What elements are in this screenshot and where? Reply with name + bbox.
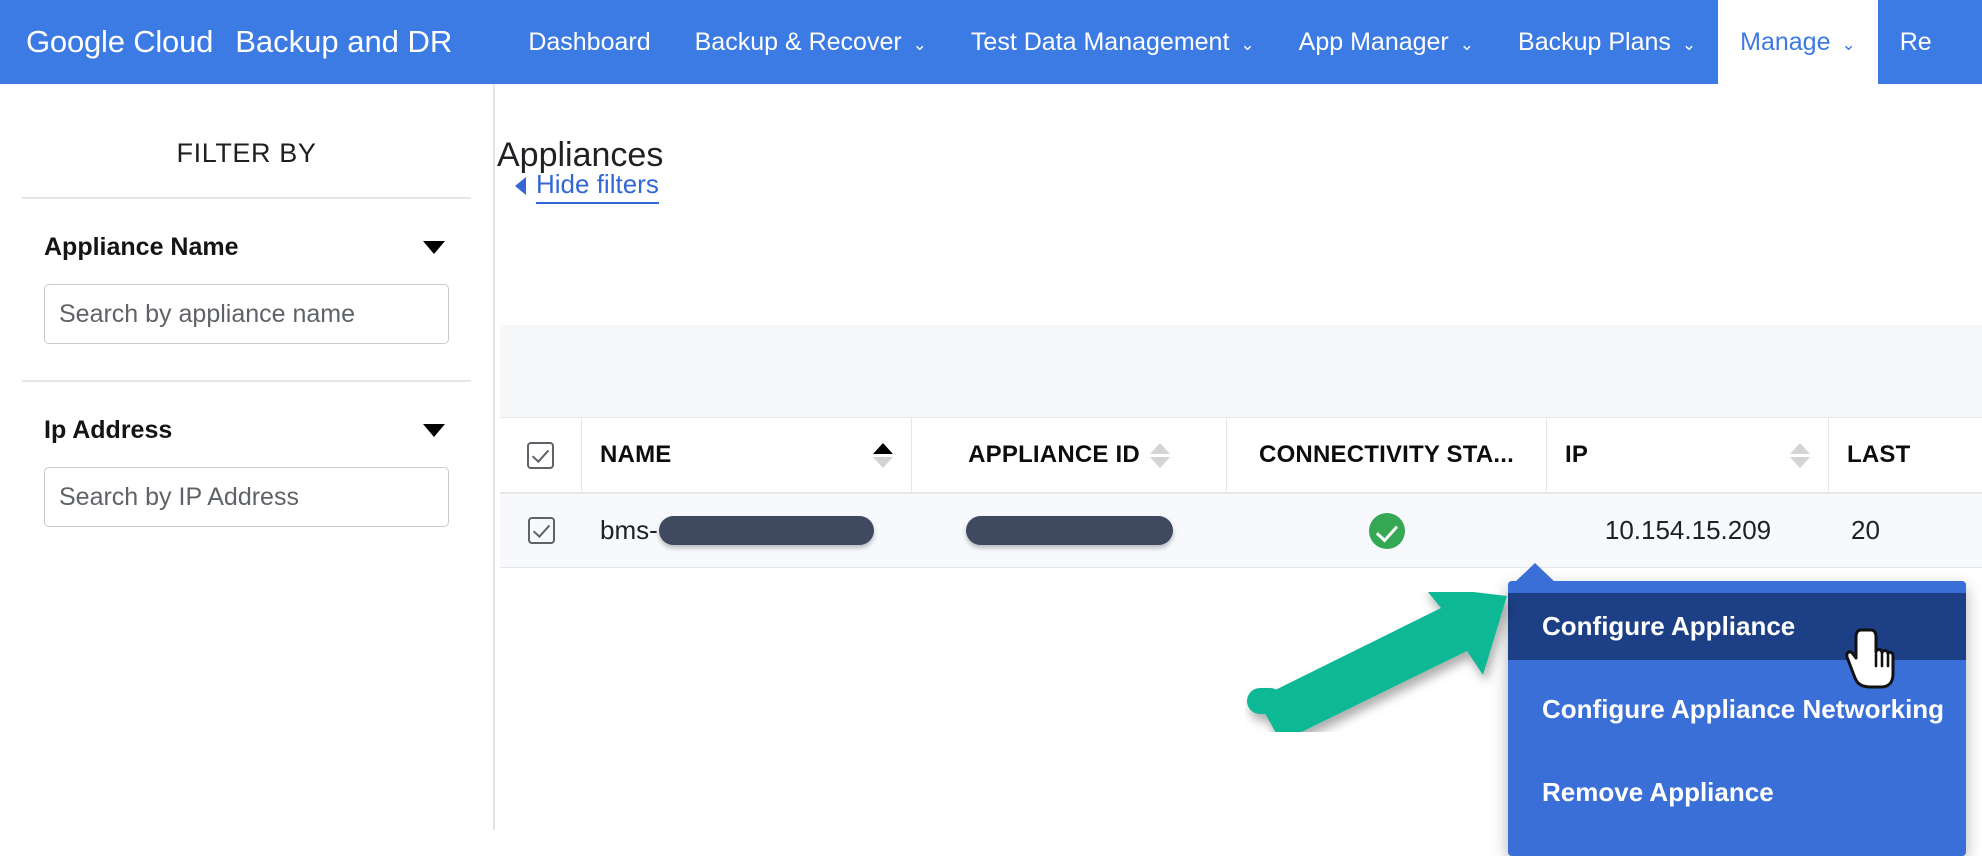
cell-ip: 10.154.15.209 <box>1547 494 1829 567</box>
nav-item-backup-recover[interactable]: Backup & Recover ⌄ <box>673 0 949 84</box>
top-navigation-bar: Google Cloud Backup and DR Dashboard Bac… <box>0 0 1982 84</box>
menu-item-configure-appliance[interactable]: Configure Appliance <box>1508 593 1966 660</box>
nav-item-label: Re <box>1900 28 1932 57</box>
column-header-label: CONNECTIVITY STA... <box>1259 441 1514 469</box>
cell-last: 20 <box>1829 494 1982 567</box>
column-header-ip[interactable]: IP <box>1547 418 1829 492</box>
check-circle-icon <box>1369 513 1405 549</box>
redaction-bar-name <box>659 516 874 545</box>
table-row[interactable]: bms- 10.154.15.209 20 <box>500 494 1982 568</box>
product-name: Backup and DR <box>235 24 452 60</box>
table-header-row: NAME APPLIANCE ID CONNECTIVITY STA... IP <box>500 418 1982 494</box>
nav-item-dashboard[interactable]: Dashboard <box>506 0 672 84</box>
nav-item-label: Test Data Management <box>971 28 1229 57</box>
column-header-last[interactable]: LAST <box>1829 418 1982 492</box>
chevron-down-icon: ⌄ <box>1460 36 1474 53</box>
menu-item-label: Configure Appliance <box>1542 611 1795 641</box>
appliance-name-prefix: bms- <box>600 515 658 546</box>
filter-toggle-ip-address[interactable]: Ip Address <box>44 382 449 467</box>
triangle-down-icon[interactable] <box>423 241 445 254</box>
filter-label: Appliance Name <box>44 233 239 262</box>
sort-asc-icon <box>873 443 893 454</box>
menu-item-configure-appliance-networking[interactable]: Configure Appliance Networking <box>1508 676 1966 743</box>
context-menu: Configure Appliance Configure Appliance … <box>1508 581 1966 856</box>
triangle-left-icon <box>515 177 526 195</box>
column-header-label: LAST <box>1847 441 1910 469</box>
chevron-down-icon: ⌄ <box>913 36 927 53</box>
column-header-appliance-id[interactable]: APPLIANCE ID <box>912 418 1227 492</box>
cell-appliance-id <box>912 494 1227 567</box>
nav-item-manage[interactable]: Manage ⌄ <box>1718 0 1878 84</box>
menu-item-label: Configure Appliance Networking <box>1542 694 1944 724</box>
column-header-label: IP <box>1565 441 1588 469</box>
sort-desc-icon <box>1150 457 1170 468</box>
nav-item-label: Dashboard <box>528 28 650 57</box>
google-wordmark: Google <box>26 24 125 59</box>
row-select-cell[interactable] <box>500 494 582 567</box>
sort-desc-icon <box>873 457 893 468</box>
nav-item-label: Backup & Recover <box>695 28 902 57</box>
search-input-ip-address[interactable] <box>44 467 449 527</box>
chevron-down-icon: ⌄ <box>1682 36 1696 53</box>
nav-item-app-manager[interactable]: App Manager ⌄ <box>1277 0 1496 84</box>
nav-item-label: Backup Plans <box>1518 28 1671 57</box>
filter-by-heading: FILTER BY <box>0 84 493 197</box>
cell-name: bms- <box>582 494 912 567</box>
chevron-down-icon: ⌄ <box>1240 36 1254 53</box>
triangle-down-icon[interactable] <box>423 424 445 437</box>
hide-filters-link[interactable]: Hide filters <box>515 168 659 204</box>
sort-arrows-icon[interactable] <box>873 443 893 468</box>
chevron-down-icon: ⌄ <box>1842 36 1856 53</box>
nav-item-backup-plans[interactable]: Backup Plans ⌄ <box>1496 0 1718 84</box>
main-nav-items: Dashboard Backup & Recover ⌄ Test Data Ma… <box>506 0 1953 84</box>
sort-desc-icon <box>1790 457 1810 468</box>
page-title: Appliances <box>497 84 663 175</box>
spacer <box>44 344 449 380</box>
last-value: 20 <box>1851 515 1880 546</box>
context-menu-pointer-icon <box>1513 563 1557 584</box>
search-input-appliance-name[interactable] <box>44 284 449 344</box>
table-toolbar <box>500 325 1982 418</box>
column-header-label: NAME <box>600 441 671 469</box>
sort-asc-icon <box>1790 443 1810 454</box>
sort-asc-icon <box>1150 443 1170 454</box>
ip-value: 10.154.15.209 <box>1605 515 1771 546</box>
column-header-name[interactable]: NAME <box>582 418 912 492</box>
cloud-wordmark: Cloud <box>133 24 213 59</box>
nav-item-label: App Manager <box>1299 28 1449 57</box>
brand-logo[interactable]: Google Cloud Backup and DR <box>0 0 462 84</box>
hide-filters-label: Hide filters <box>536 168 659 204</box>
column-header-label: APPLIANCE ID <box>968 441 1140 469</box>
spacer <box>1508 743 1966 759</box>
filter-label: Ip Address <box>44 416 172 445</box>
spacer <box>1508 660 1966 676</box>
filter-toggle-appliance-name[interactable]: Appliance Name <box>44 199 449 284</box>
nav-item-reports[interactable]: Re <box>1878 0 1954 84</box>
column-header-connectivity-status[interactable]: CONNECTIVITY STA... <box>1227 418 1547 492</box>
menu-item-label: Remove Appliance <box>1542 777 1774 807</box>
sort-arrows-icon[interactable] <box>1790 443 1810 468</box>
filter-group-appliance-name: Appliance Name <box>0 199 493 380</box>
nav-item-test-data-management[interactable]: Test Data Management ⌄ <box>949 0 1277 84</box>
nav-item-label: Manage <box>1740 28 1830 57</box>
cell-connectivity-status <box>1227 494 1547 567</box>
redaction-bar-appliance-id <box>966 516 1173 545</box>
google-cloud-wordmark: Google Cloud <box>26 24 213 60</box>
filter-group-ip-address: Ip Address <box>0 382 493 527</box>
column-header-select-all[interactable] <box>500 418 582 492</box>
menu-item-remove-appliance[interactable]: Remove Appliance <box>1508 759 1966 826</box>
row-checkbox[interactable] <box>528 517 555 544</box>
select-all-checkbox[interactable] <box>527 442 554 469</box>
filter-sidebar: FILTER BY Appliance Name Ip Address <box>0 84 495 830</box>
sort-arrows-icon[interactable] <box>1150 443 1170 468</box>
